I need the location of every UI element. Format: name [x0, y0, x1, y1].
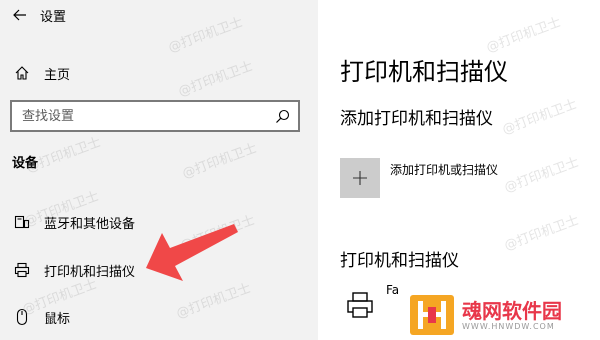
logo-mark [410, 295, 454, 335]
logo-text: 魂网软件园 WWW.HNWDW.COM [462, 300, 562, 331]
bluetooth-devices-icon [0, 214, 44, 230]
add-section-title: 添加打印机和扫描仪 [340, 109, 493, 129]
printer-name[interactable]: Fa [386, 283, 399, 297]
sidebar-item-label: 主页 [44, 67, 71, 83]
watermark: @打印机卫士 [502, 154, 581, 196]
back-arrow-icon [13, 9, 26, 21]
watermark: @打印机卫士 [502, 212, 581, 254]
section-header-devices: 设备 [12, 156, 39, 171]
search-input[interactable] [22, 108, 262, 124]
watermark: @打印机卫士 [500, 96, 579, 138]
logo-url: WWW.HNWDW.COM [462, 321, 555, 331]
sidebar-item-printers[interactable]: 打印机和扫描仪 [0, 253, 318, 287]
page-title: 打印机和扫描仪 [340, 58, 508, 86]
sidebar-item-mouse[interactable]: 鼠标 [0, 300, 318, 334]
watermark: @打印机卫士 [484, 14, 563, 56]
title-bar: 设置 [0, 0, 318, 30]
sidebar: 设置 主页 设备 蓝牙和其他设备 打印机和扫描仪 鼠标 @打印机卫士 @打印机卫… [0, 0, 318, 340]
printer-icon [0, 262, 44, 278]
search-box[interactable] [10, 100, 300, 132]
printer-list-item-icon[interactable] [340, 285, 380, 325]
main-panel: 打印机和扫描仪 添加打印机和扫描仪 添加打印机或扫描仪 打印机和扫描仪 Fa @… [318, 0, 600, 340]
app-title: 设置 [40, 9, 67, 25]
plus-icon [353, 171, 367, 185]
watermark: @打印机卫士 [180, 140, 259, 182]
back-button[interactable] [0, 0, 40, 30]
sidebar-item-label: 蓝牙和其他设备 [44, 216, 136, 232]
sidebar-item-home[interactable]: 主页 [0, 56, 318, 90]
add-printer-label[interactable]: 添加打印机或扫描仪 [390, 161, 498, 178]
sidebar-item-label: 打印机和扫描仪 [44, 264, 136, 280]
site-logo: 魂网软件园 WWW.HNWDW.COM [408, 293, 596, 337]
search-icon [276, 109, 290, 123]
home-icon [0, 65, 44, 81]
logo-name: 魂网软件园 [462, 298, 562, 323]
sidebar-item-bluetooth[interactable]: 蓝牙和其他设备 [0, 205, 318, 239]
printers-section-title: 打印机和扫描仪 [340, 251, 459, 271]
add-printer-button[interactable] [340, 158, 380, 198]
printer-icon [347, 292, 373, 318]
mouse-icon [0, 308, 44, 326]
sidebar-item-label: 鼠标 [44, 311, 71, 327]
